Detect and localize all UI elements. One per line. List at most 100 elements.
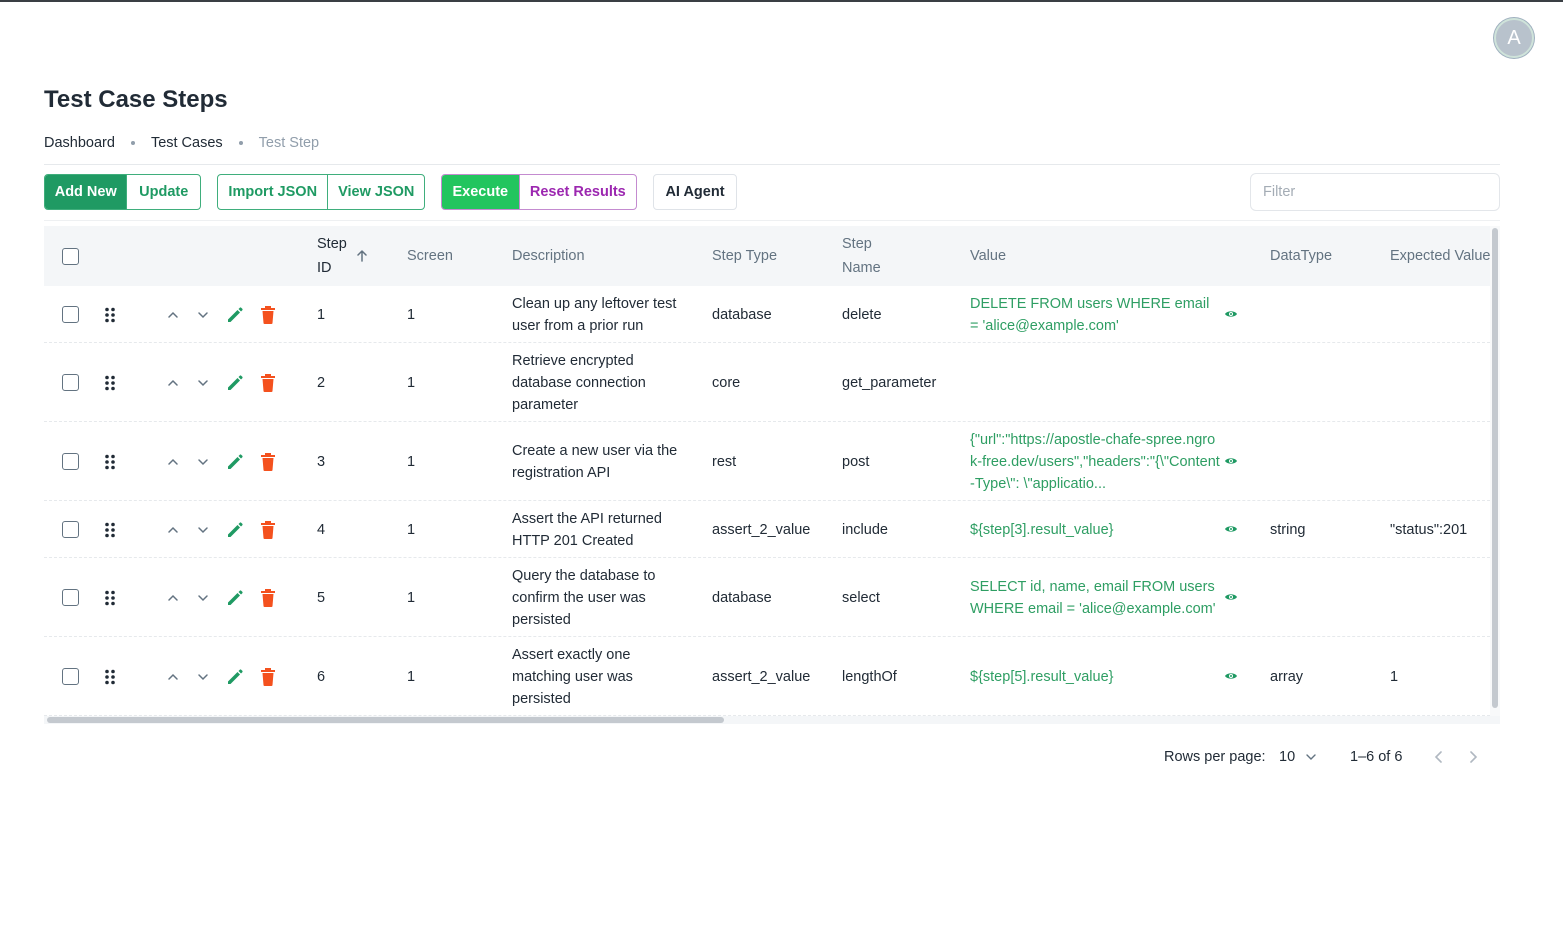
column-header-step-name[interactable]: Step Name xyxy=(842,226,892,286)
select-all-checkbox[interactable] xyxy=(62,247,79,265)
drag-handle[interactable] xyxy=(104,558,116,637)
move-up-button[interactable] xyxy=(166,501,180,558)
description-cell: Assert exactly one matching user was per… xyxy=(512,646,633,707)
column-header-step-id[interactable]: Step ID xyxy=(317,226,387,286)
delete-button[interactable] xyxy=(260,286,276,343)
move-up-button[interactable] xyxy=(166,343,180,422)
value-cell: {"url":"https://apostle-chafe-spree.ngro… xyxy=(970,431,1220,492)
column-header-screen[interactable]: Screen xyxy=(407,226,453,286)
step-id-cell: 3 xyxy=(317,453,326,470)
step-type-cell: rest xyxy=(712,453,737,470)
pencil-icon xyxy=(228,453,243,469)
rows-per-page-value: 10 xyxy=(1279,749,1296,765)
move-down-button[interactable] xyxy=(196,501,210,558)
move-down-button[interactable] xyxy=(196,286,210,343)
reset-results-button[interactable]: Reset Results xyxy=(518,175,636,209)
chevron-up-icon xyxy=(168,673,178,680)
row-checkbox[interactable] xyxy=(62,453,79,470)
row-checkbox[interactable] xyxy=(62,589,79,606)
delete-button[interactable] xyxy=(260,501,276,558)
move-down-button[interactable] xyxy=(196,637,210,716)
delete-button[interactable] xyxy=(260,343,276,422)
drag-handle[interactable] xyxy=(104,286,116,343)
view-value-button[interactable] xyxy=(1224,558,1238,637)
delete-button[interactable] xyxy=(260,637,276,716)
column-header-datatype[interactable]: DataType xyxy=(1270,226,1332,286)
column-header-description[interactable]: Description xyxy=(512,226,585,286)
row-checkbox[interactable] xyxy=(62,668,79,685)
edit-button[interactable] xyxy=(225,422,245,501)
page-title: Test Case Steps xyxy=(44,86,228,113)
vertical-scroll-thumb[interactable] xyxy=(1492,228,1498,708)
edit-button[interactable] xyxy=(225,286,245,343)
edit-button[interactable] xyxy=(225,558,245,637)
sort-ascending-icon[interactable] xyxy=(355,249,369,263)
move-up-button[interactable] xyxy=(166,558,180,637)
filter-input[interactable] xyxy=(1250,173,1500,211)
view-json-button[interactable]: View JSON xyxy=(327,175,424,209)
move-down-button[interactable] xyxy=(196,343,210,422)
row-checkbox[interactable] xyxy=(62,521,79,538)
table-row[interactable]: 5 1 Query the database to confirm the user… xyxy=(44,558,1490,637)
step-name-cell: delete xyxy=(842,306,882,323)
view-value-button[interactable] xyxy=(1224,422,1238,501)
step-type-cell: database xyxy=(712,306,772,323)
table-row[interactable]: 6 1 Assert exactly one matching user was p… xyxy=(44,637,1490,716)
column-header-expected-value[interactable]: Expected Value xyxy=(1390,226,1490,286)
drag-handle-icon xyxy=(105,590,115,605)
expected-value-cell: "status":201 xyxy=(1390,521,1468,538)
drag-handle[interactable] xyxy=(104,637,116,716)
move-down-button[interactable] xyxy=(196,558,210,637)
table-row[interactable]: 4 1 Assert the API returned HTTP 201 Creat… xyxy=(44,501,1490,558)
trash-icon xyxy=(261,667,275,686)
view-value-button[interactable] xyxy=(1224,286,1238,343)
row-checkbox-cell xyxy=(62,286,79,343)
execute-button[interactable]: Execute xyxy=(442,175,519,209)
move-up-button[interactable] xyxy=(166,286,180,343)
row-checkbox-cell xyxy=(62,501,79,558)
move-up-button[interactable] xyxy=(166,637,180,716)
drag-handle-icon xyxy=(105,669,115,684)
trash-icon xyxy=(261,520,275,539)
next-page-button[interactable] xyxy=(1466,745,1480,769)
view-value-button[interactable] xyxy=(1224,501,1238,558)
horizontal-scrollbar[interactable] xyxy=(44,716,1500,724)
delete-button[interactable] xyxy=(260,558,276,637)
rows-per-page-select[interactable]: 10 xyxy=(1279,745,1317,769)
column-header-step-type[interactable]: Step Type xyxy=(712,226,777,286)
move-down-button[interactable] xyxy=(196,422,210,501)
table-row[interactable]: 3 1 Create a new user via the registration… xyxy=(44,422,1490,501)
avatar[interactable]: A xyxy=(1494,18,1534,58)
step-id-cell: 2 xyxy=(317,374,326,391)
move-up-button[interactable] xyxy=(166,422,180,501)
drag-handle[interactable] xyxy=(104,343,116,422)
row-checkbox[interactable] xyxy=(62,374,79,391)
breadcrumb-dashboard[interactable]: Dashboard xyxy=(44,135,115,151)
add-new-button[interactable]: Add New xyxy=(45,175,127,209)
edit-button[interactable] xyxy=(225,501,245,558)
edit-button[interactable] xyxy=(225,343,245,422)
eye-icon xyxy=(1224,304,1238,326)
trash-icon xyxy=(261,452,275,471)
trash-icon xyxy=(261,305,275,324)
delete-button[interactable] xyxy=(260,422,276,501)
breadcrumb: Dashboard Test Cases Test Step xyxy=(44,135,319,151)
breadcrumb-test-cases[interactable]: Test Cases xyxy=(151,135,223,151)
step-type-cell: assert_2_value xyxy=(712,668,811,685)
import-json-button[interactable]: Import JSON xyxy=(218,175,327,209)
table-row[interactable]: 1 1 Clean up any leftover test user from a… xyxy=(44,286,1490,343)
table-row[interactable]: 2 1 Retrieve encrypted database connection… xyxy=(44,343,1490,422)
previous-page-button[interactable] xyxy=(1432,745,1446,769)
view-value-button[interactable] xyxy=(1224,637,1238,716)
edit-button[interactable] xyxy=(225,637,245,716)
row-checkbox[interactable] xyxy=(62,306,79,323)
horizontal-scroll-thumb[interactable] xyxy=(47,717,724,723)
drag-handle[interactable] xyxy=(104,501,116,558)
column-header-value[interactable]: Value xyxy=(970,226,1006,286)
vertical-scrollbar[interactable] xyxy=(1490,226,1500,716)
drag-handle[interactable] xyxy=(104,422,116,501)
pagination-range: 1–6 of 6 xyxy=(1350,749,1403,765)
steps-table: Step ID Screen Description Step Type Ste… xyxy=(44,226,1490,716)
update-button[interactable]: Update xyxy=(126,175,200,209)
ai-agent-button[interactable]: AI Agent xyxy=(653,174,737,210)
